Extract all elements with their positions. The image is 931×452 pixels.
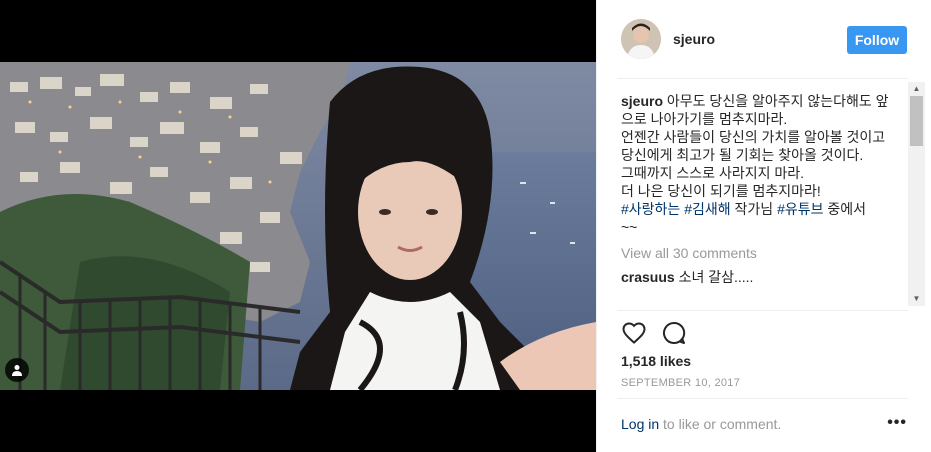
caption-hashtag-line: #사랑하는 #김새해 작가님 #유튜브 중에서: [621, 200, 901, 218]
avatar-image: [621, 19, 661, 59]
hashtag-link[interactable]: #사랑하는: [621, 201, 680, 217]
caption-line-4: 더 나은 당신이 되기를 멈추지마라!: [621, 183, 821, 199]
post-actions: [621, 320, 687, 346]
caption-tail: ~~: [621, 219, 638, 235]
caption-end-text: 중에서: [823, 201, 867, 217]
comment-button[interactable]: [661, 320, 687, 346]
comment-icon: [662, 321, 686, 344]
comments-area[interactable]: sjeuro 아무도 당신을 알아주지 않는다해도 앞으로 나아가기를 멈추지마…: [621, 92, 901, 310]
likes-count[interactable]: 1,518 likes: [621, 353, 691, 369]
comment-username[interactable]: crasuus: [621, 269, 675, 285]
post-header: sjeuro Follow: [597, 0, 931, 78]
caption-middle-text: 작가님: [730, 201, 778, 217]
divider: [617, 310, 908, 311]
login-link[interactable]: Log in: [621, 416, 659, 432]
comment-row: crasuus 소녀 갈삼.....: [621, 268, 901, 286]
view-all-comments-link[interactable]: View all 30 comments: [621, 244, 901, 262]
divider: [617, 78, 908, 79]
comment-text: 소녀 갈삼.....: [674, 269, 754, 285]
login-suffix: to like or comment.: [659, 416, 782, 432]
comments-scrollbar[interactable]: ▲ ▼: [908, 82, 925, 306]
caption-line-1: sjeuro 아무도 당신을 알아주지 않는다해도 앞으로 나아가기를 멈추지마…: [621, 92, 901, 128]
more-options-icon[interactable]: •••: [887, 415, 907, 431]
divider: [617, 398, 908, 399]
heart-icon: [622, 322, 646, 344]
post-photo[interactable]: [0, 62, 596, 390]
hashtag-link[interactable]: #유튜브: [777, 201, 823, 217]
header-username[interactable]: sjeuro: [673, 31, 715, 47]
avatar[interactable]: [621, 19, 661, 59]
scroll-up-arrow-icon[interactable]: ▲: [908, 82, 925, 96]
follow-button[interactable]: Follow: [847, 26, 907, 54]
scroll-down-arrow-icon[interactable]: ▼: [908, 292, 925, 306]
post-date[interactable]: SEPTEMBER 10, 2017: [621, 377, 740, 389]
caption-line-3: 그때까지 스스로 사라지지 마라.: [621, 165, 804, 181]
hashtag-link[interactable]: #김새해: [684, 201, 730, 217]
post-media: [0, 0, 596, 452]
caption-username[interactable]: sjeuro: [621, 93, 663, 109]
post-sidebar: sjeuro Follow sjeuro 아무도 당신을 알아주지 않는다해도 …: [596, 0, 931, 452]
instagram-post-page: sjeuro Follow sjeuro 아무도 당신을 알아주지 않는다해도 …: [0, 0, 931, 452]
caption-line-2: 언젠간 사람들이 당신의 가치를 알아볼 것이고 당신에게 최고가 될 기회는 …: [621, 129, 886, 163]
like-button[interactable]: [621, 320, 647, 346]
user-tag-icon[interactable]: [5, 358, 29, 382]
user-icon: [12, 365, 22, 376]
login-prompt: Log in to like or comment.: [621, 416, 781, 432]
scroll-thumb[interactable]: [910, 96, 923, 146]
photo-illustration: [0, 62, 596, 390]
